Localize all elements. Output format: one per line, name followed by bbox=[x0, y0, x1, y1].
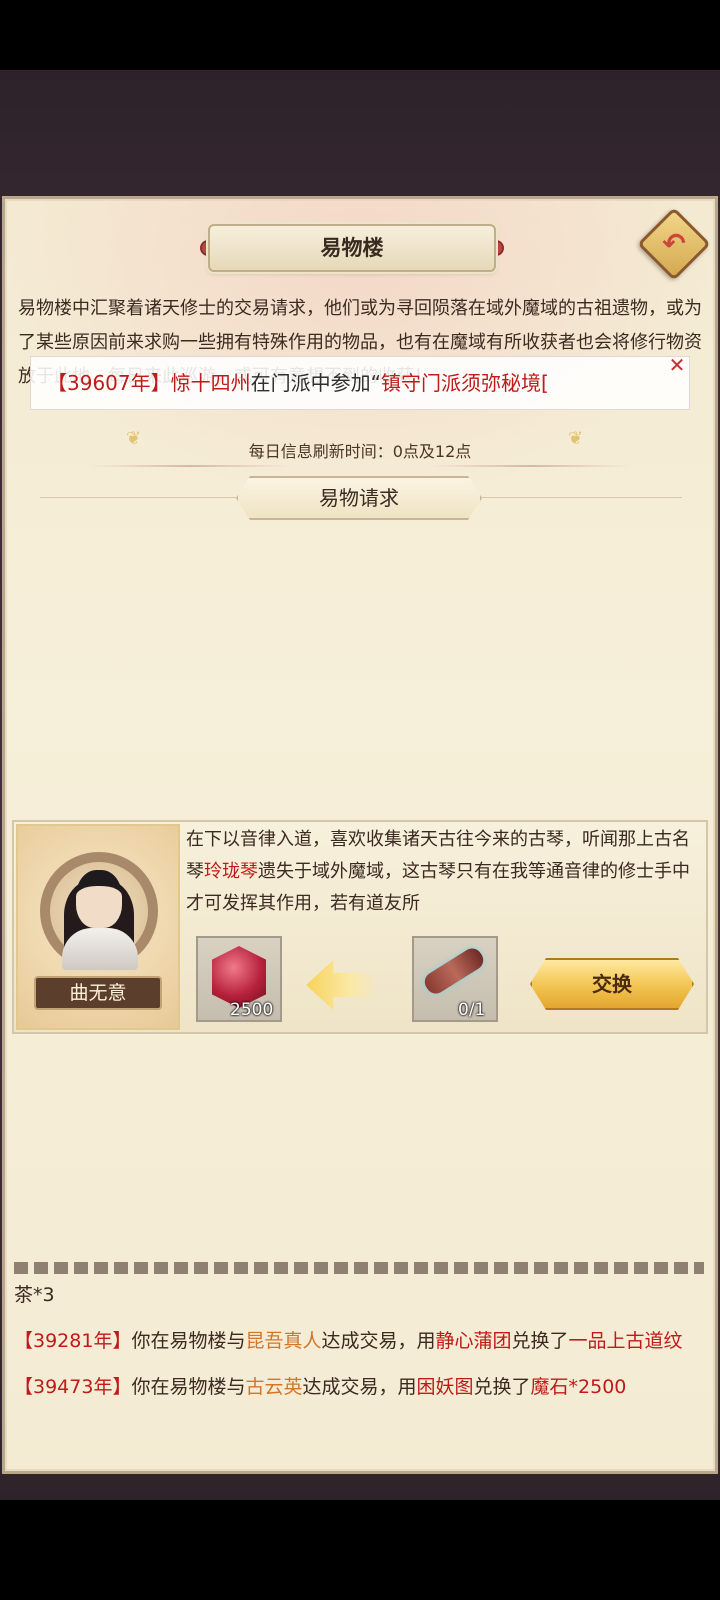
log-text: 达成交易，用 bbox=[321, 1330, 436, 1352]
broadcast-event: 镇守门派须弥秘境[ bbox=[381, 371, 549, 395]
log-entry: 茶*3 bbox=[14, 1278, 704, 1312]
status-bar-area bbox=[0, 0, 720, 70]
broadcast-year: 【39607年】 bbox=[47, 371, 171, 395]
log-text: 你在易物楼与 bbox=[131, 1330, 246, 1352]
divider bbox=[482, 497, 682, 498]
avatar-body bbox=[62, 928, 138, 970]
log-text: 你在易物楼与 bbox=[131, 1376, 246, 1398]
broadcast-text: 在门派中参加“ bbox=[250, 371, 381, 395]
log-clipped-line bbox=[14, 1262, 704, 1274]
page-title: 易物楼 bbox=[208, 224, 496, 272]
log-item: 困妖图 bbox=[416, 1376, 474, 1398]
exchange-button[interactable]: 交换 bbox=[530, 958, 694, 1010]
log-item: 静心蒲团 bbox=[435, 1330, 512, 1352]
log-year: 【39473年】 bbox=[14, 1376, 132, 1398]
log-npc: 昆吾真人 bbox=[245, 1330, 322, 1352]
undo-arrow-icon[interactable]: ↶ bbox=[652, 222, 696, 266]
trade-log: 茶*3 【39281年】你在易物楼与昆吾真人达成交易，用静心蒲团兑换了一品上古道… bbox=[14, 1278, 704, 1404]
log-text: 达成交易，用 bbox=[302, 1376, 417, 1398]
log-reward: 一品上古道纹 bbox=[568, 1330, 683, 1352]
required-count: 0/1 bbox=[458, 1000, 486, 1020]
log-text: 兑换了 bbox=[511, 1330, 569, 1352]
avatar-head bbox=[76, 870, 122, 928]
reward-count: 2500 bbox=[230, 1000, 274, 1020]
log-reward: 魔石*2500 bbox=[530, 1376, 627, 1398]
refresh-time-text: 每日信息刷新时间：0点及12点 bbox=[248, 442, 472, 461]
npc-name: 曲无意 bbox=[34, 976, 162, 1010]
log-npc: 古云英 bbox=[245, 1376, 303, 1398]
broadcast-player: 惊十四州 bbox=[170, 371, 251, 395]
section-title: 易物请求 bbox=[236, 476, 482, 520]
log-entry: 【39281年】你在易物楼与昆吾真人达成交易，用静心蒲团兑换了一品上古道纹 bbox=[14, 1324, 704, 1358]
log-year: 【39281年】 bbox=[14, 1330, 132, 1352]
nav-bar-area bbox=[0, 1500, 720, 1600]
divider bbox=[40, 497, 236, 498]
log-text: 茶*3 bbox=[14, 1284, 55, 1306]
request-text-after: 遗失于域外魔域，这古琴只有在我等通音律的修士手中才可发挥其作用，若有道友所 bbox=[186, 861, 690, 914]
request-text: 在下以音律入道，喜欢收集诸天古往今来的古琴，听闻那上古名琴玲珑琴遗失于域外魔域，… bbox=[186, 824, 692, 920]
log-text: 兑换了 bbox=[473, 1376, 531, 1398]
world-broadcast: 【39607年】惊十四州在门派中参加“镇守门派须弥秘境[ bbox=[30, 356, 690, 410]
required-item-name: 玲珑琴 bbox=[204, 861, 258, 882]
log-entry: 【39473年】你在易物楼与古云英达成交易，用困妖图兑换了魔石*2500 bbox=[14, 1370, 704, 1404]
close-icon[interactable]: ✕ bbox=[666, 354, 688, 376]
